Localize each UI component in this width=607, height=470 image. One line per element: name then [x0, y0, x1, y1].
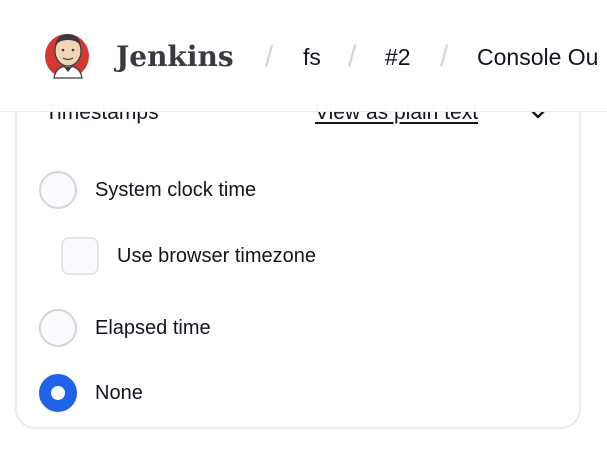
elapsed-time-label: Elapsed time	[95, 316, 211, 339]
top-header: Jenkins / fs / #2 / Console Ou	[0, 0, 607, 112]
breadcrumb-console-output[interactable]: Console Ou	[477, 44, 598, 71]
option-system-clock-time[interactable]: System clock time	[39, 171, 256, 209]
breadcrumb-separator: /	[440, 40, 449, 73]
system-clock-time-radio[interactable]	[39, 171, 77, 209]
breadcrumb-separator: /	[265, 40, 274, 73]
none-radio[interactable]	[39, 374, 77, 412]
use-browser-timezone-label: Use browser timezone	[117, 244, 316, 267]
breadcrumb-build-2[interactable]: #2	[385, 44, 411, 71]
elapsed-time-radio[interactable]	[39, 309, 77, 347]
breadcrumb-separator: /	[348, 40, 357, 73]
none-label: None	[95, 381, 143, 404]
system-clock-time-label: System clock time	[95, 178, 257, 201]
jenkins-logo-icon[interactable]	[44, 26, 90, 82]
option-none[interactable]: None	[39, 374, 143, 412]
option-use-browser-timezone[interactable]: Use browser timezone	[61, 237, 316, 275]
page: Timestamps View as plain text System clo…	[0, 0, 607, 470]
option-elapsed-time[interactable]: Elapsed time	[39, 309, 211, 347]
use-browser-timezone-checkbox[interactable]	[61, 237, 99, 275]
breadcrumb-fs[interactable]: fs	[303, 44, 321, 71]
jenkins-brand[interactable]: Jenkins	[116, 40, 234, 73]
radio-dot	[51, 386, 65, 400]
